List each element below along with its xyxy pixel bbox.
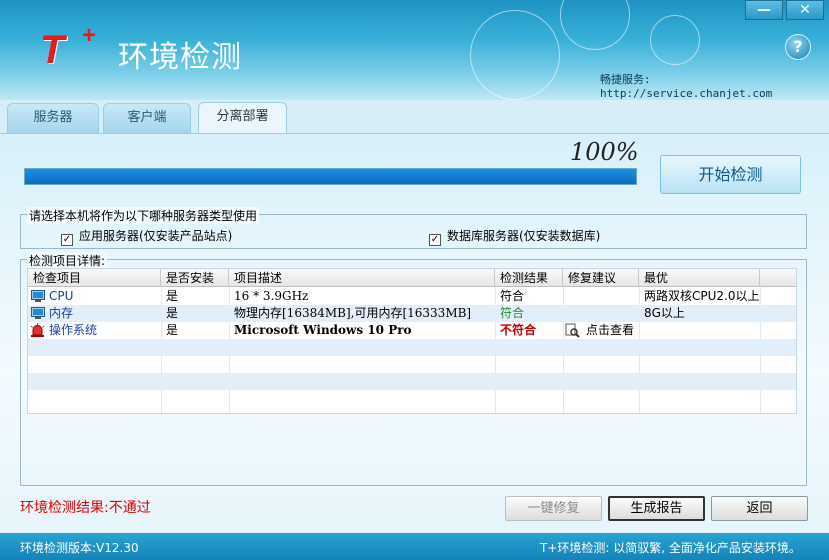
- row-item: 内存: [49, 306, 74, 320]
- logo-t: T: [40, 28, 65, 72]
- table-row-empty: [28, 356, 796, 373]
- row-desc: Microsoft Windows 10 Pro: [234, 323, 412, 337]
- row-best: 8G以上: [644, 306, 685, 320]
- logo-plus: +: [82, 22, 97, 49]
- title-bar[interactable]: T + 环境检测 — ✕ ? 畅捷服务: http://service.chan…: [0, 0, 829, 100]
- close-button[interactable]: ✕: [786, 0, 824, 20]
- app-window: T + 环境检测 — ✕ ? 畅捷服务: http://service.chan…: [0, 0, 829, 560]
- tab-client[interactable]: 客户端: [103, 103, 191, 133]
- table-row[interactable]: CPU 是 16 * 3.9GHz 符合 两路双核CPU2.0以上: [28, 288, 796, 305]
- decor-dandelion: [470, 10, 560, 100]
- app-title: 环境检测: [118, 40, 242, 75]
- checkbox-checked-icon[interactable]: ✓: [429, 234, 441, 246]
- server-type-group: 请选择本机将作为以下哪种服务器类型使用 ✓ 应用服务器(仅安装产品站点) ✓ 数据库…: [20, 207, 807, 249]
- row-result: 符合: [500, 306, 525, 320]
- table-row[interactable]: 内存 是 物理内存[16384MB],可用内存[16333MB] 符合 8G以上: [28, 305, 796, 322]
- col-result[interactable]: 检测结果: [495, 269, 563, 287]
- version-text: 环境检测版本:V12.30: [20, 541, 139, 555]
- decor-dandelion: [560, 0, 630, 50]
- computer-icon: [31, 290, 45, 302]
- start-check-button[interactable]: 开始检测: [660, 155, 801, 194]
- checkbox-checked-icon[interactable]: ✓: [61, 234, 73, 246]
- col-desc[interactable]: 项目描述: [229, 269, 495, 287]
- one-click-repair-button[interactable]: 一键修复: [505, 496, 602, 521]
- col-fix[interactable]: 修复建议: [563, 269, 639, 287]
- col-best[interactable]: 最优: [639, 269, 760, 287]
- progress-bar: [24, 168, 637, 185]
- row-installed: 是: [166, 323, 179, 337]
- details-table[interactable]: 检查项目 是否安装 项目描述 检测结果 修复建议 最优 CPU 是 16 * 3…: [27, 268, 797, 414]
- db-server-checkbox[interactable]: ✓ 数据库服务器(仅安装数据库): [429, 227, 600, 246]
- computer-icon: [31, 307, 45, 319]
- status-bar: 环境检测版本:V12.30 T+环境检测: 以简驭繁, 全面净化产品安装环境。: [0, 533, 829, 560]
- minimize-button[interactable]: —: [745, 0, 783, 20]
- table-row-empty: [28, 339, 796, 356]
- table-header: 检查项目 是否安装 项目描述 检测结果 修复建议 最优: [28, 269, 796, 287]
- details-legend: 检测项目详情:: [27, 252, 108, 269]
- row-desc: 物理内存[16384MB],可用内存[16333MB]: [234, 306, 472, 320]
- app-server-checkbox[interactable]: ✓ 应用服务器(仅安装产品站点): [61, 227, 232, 246]
- row-installed: 是: [166, 289, 179, 303]
- col-item[interactable]: 检查项目: [28, 269, 161, 287]
- row-item: 操作系统: [49, 323, 98, 337]
- col-installed[interactable]: 是否安装: [161, 269, 229, 287]
- view-detail-link[interactable]: 点击查看: [581, 322, 639, 339]
- progress-fill: [25, 169, 636, 184]
- row-item: CPU: [49, 289, 74, 303]
- server-type-legend: 请选择本机将作为以下哪种服务器类型使用: [27, 207, 260, 224]
- tab-bar: 服务器 客户端 分离部署: [0, 100, 829, 133]
- generate-report-button[interactable]: 生成报告: [608, 496, 705, 521]
- table-row[interactable]: 操作系统 是 Microsoft Windows 10 Pro 不符合 点击查看: [28, 322, 796, 339]
- service-link[interactable]: 畅捷服务: http://service.chanjet.com: [600, 71, 829, 100]
- table-row-empty: [28, 390, 796, 407]
- alarm-icon: [30, 323, 45, 337]
- help-icon[interactable]: ?: [785, 34, 811, 60]
- magnifier-icon[interactable]: [565, 323, 580, 338]
- row-best: [639, 322, 760, 339]
- row-result: 符合: [500, 289, 525, 303]
- row-best: 两路双核CPU2.0以上: [644, 289, 760, 303]
- app-server-label: 应用服务器(仅安装产品站点): [79, 229, 233, 243]
- progress-percent: 100%: [570, 138, 639, 166]
- slogan-text: T+环境检测: 以简驭繁, 全面净化产品安装环境。: [540, 541, 801, 555]
- back-button[interactable]: 返回: [711, 496, 808, 521]
- check-result-text: 环境检测结果:不通过: [20, 500, 151, 516]
- row-desc: 16 * 3.9GHz: [234, 289, 309, 303]
- row-result: 不符合: [500, 323, 537, 337]
- tab-server[interactable]: 服务器: [7, 103, 99, 133]
- table-row-empty: [28, 373, 796, 390]
- decor-dandelion: [650, 15, 700, 65]
- row-installed: 是: [166, 306, 179, 320]
- tab-separate-deploy[interactable]: 分离部署: [198, 102, 287, 133]
- db-server-label: 数据库服务器(仅安装数据库): [447, 229, 601, 243]
